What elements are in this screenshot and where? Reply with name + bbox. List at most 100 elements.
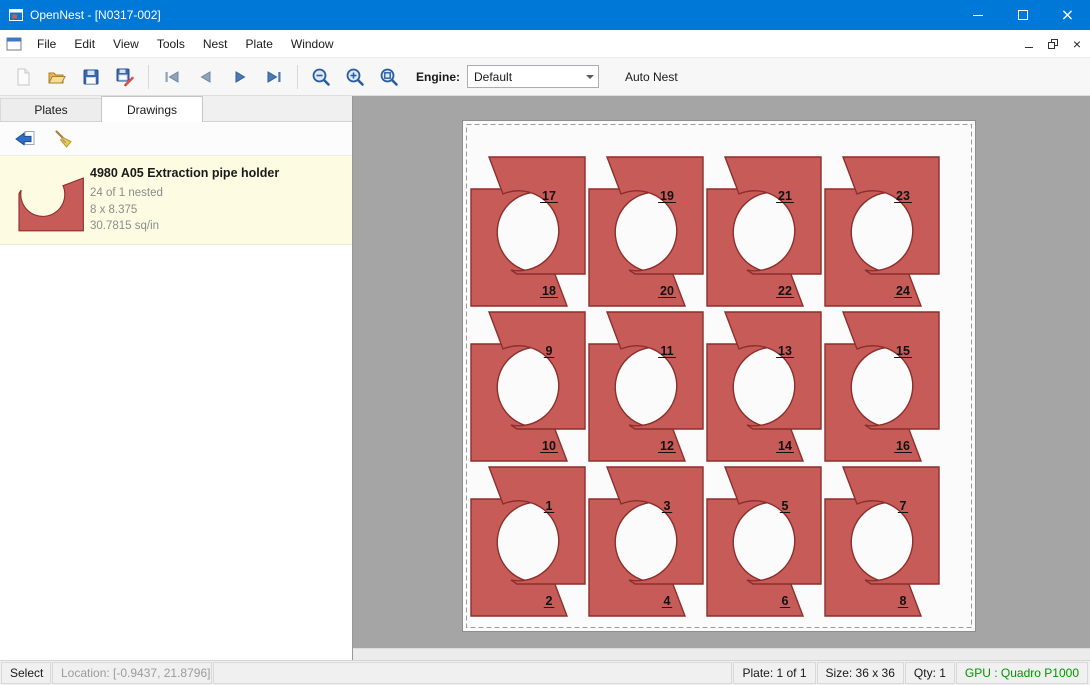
maximize-button[interactable]: [1000, 0, 1045, 30]
document-icon[interactable]: [6, 37, 22, 51]
mdi-minimize-button[interactable]: [1018, 33, 1040, 55]
status-qty: Qty: 1: [905, 662, 955, 684]
part-number: 14: [778, 439, 792, 453]
part-thumbnail: [6, 165, 90, 235]
part-title: 4980 A05 Extraction pipe holder: [90, 166, 344, 180]
part-number: 21: [778, 189, 792, 203]
last-plate-button[interactable]: [257, 61, 291, 93]
menu-bar: File Edit View Tools Nest Plate Window ×: [0, 30, 1090, 58]
status-gpu: GPU : Quadro P1000: [956, 662, 1088, 684]
status-bar: Select Location: [-0.9437, 21.8796] Plat…: [0, 660, 1090, 685]
menu-edit[interactable]: Edit: [65, 33, 104, 55]
engine-value: Default: [468, 70, 581, 84]
menu-plate[interactable]: Plate: [237, 33, 282, 55]
part-number: 12: [660, 439, 674, 453]
menu-view[interactable]: View: [104, 33, 148, 55]
main-toolbar: Engine: Default Auto Nest: [0, 58, 1090, 96]
nested-pair[interactable]: 56: [707, 467, 821, 616]
part-nested-count: 24 of 1 nested: [90, 185, 344, 202]
part-number: 9: [546, 344, 553, 358]
status-mode: Select: [1, 662, 51, 684]
nest-canvas[interactable]: 171819202122232491011121314151612345678: [353, 96, 1090, 648]
part-number: 10: [542, 439, 556, 453]
nested-pair[interactable]: 13 14: [707, 312, 821, 461]
menu-nest[interactable]: Nest: [194, 33, 237, 55]
part-number: 17: [542, 189, 556, 203]
status-spacer: [213, 662, 732, 684]
nested-pair[interactable]: 21 22: [707, 157, 821, 306]
part-number: 7: [900, 499, 907, 513]
status-location: Location: [-0.9437, 21.8796]: [52, 662, 212, 684]
part-number: 23: [896, 189, 910, 203]
nested-pair[interactable]: 12: [471, 467, 585, 616]
nest-view: 171819202122232491011121314151612345678: [353, 96, 1090, 660]
first-plate-icon: [162, 67, 182, 87]
part-number: 20: [660, 284, 674, 298]
part-number: 18: [542, 284, 556, 298]
send-to-plates-button[interactable]: [10, 125, 40, 153]
status-plate: Plate: 1 of 1: [733, 662, 815, 684]
next-plate-button[interactable]: [223, 61, 257, 93]
chevron-down-icon: [581, 66, 598, 87]
zoom-out-button[interactable]: [304, 61, 338, 93]
close-button[interactable]: ×: [1045, 0, 1090, 30]
save-button[interactable]: [74, 61, 108, 93]
part-number: 8: [900, 594, 907, 608]
engine-label: Engine:: [416, 70, 460, 84]
last-plate-icon: [264, 67, 284, 87]
menu-tools[interactable]: Tools: [148, 33, 194, 55]
menu-file[interactable]: File: [28, 33, 65, 55]
previous-plate-button[interactable]: [189, 61, 223, 93]
auto-nest-button[interactable]: Auto Nest: [617, 66, 686, 88]
part-number: 5: [782, 499, 789, 513]
part-list-item[interactable]: 4980 A05 Extraction pipe holder 24 of 1 …: [0, 156, 352, 245]
zoom-out-icon: [311, 67, 331, 87]
part-number: 22: [778, 284, 792, 298]
nested-pair[interactable]: 34: [589, 467, 703, 616]
part-list: 4980 A05 Extraction pipe holder 24 of 1 …: [0, 156, 352, 245]
open-folder-icon: [47, 67, 67, 87]
title-bar: OpenNest - [N0317-002] ×: [0, 0, 1090, 30]
nested-pair[interactable]: 1718: [471, 157, 585, 306]
part-number: 6: [782, 594, 789, 608]
new-file-icon: [13, 67, 33, 87]
part-number: 13: [778, 344, 792, 358]
first-plate-button[interactable]: [155, 61, 189, 93]
part-area: 30.7815 sq/in: [90, 218, 344, 235]
save-icon: [81, 67, 101, 87]
window-title: OpenNest - [N0317-002]: [30, 8, 161, 22]
part-size: 8 x 8.375: [90, 202, 344, 219]
clear-parts-button[interactable]: [48, 125, 78, 153]
nested-pair[interactable]: 2324: [825, 157, 939, 306]
tab-drawings[interactable]: Drawings: [101, 96, 203, 122]
zoom-extents-button[interactable]: [372, 61, 406, 93]
minimize-button[interactable]: [955, 0, 1000, 30]
menu-window[interactable]: Window: [282, 33, 343, 55]
application-window: OpenNest - [N0317-002] × File Edit View …: [0, 0, 1090, 685]
tab-plates[interactable]: Plates: [0, 98, 102, 121]
plate[interactable]: 171819202122232491011121314151612345678: [462, 120, 976, 632]
nested-pair[interactable]: 78: [825, 467, 939, 616]
status-size: Size: 36 x 36: [817, 662, 904, 684]
zoom-in-button[interactable]: [338, 61, 372, 93]
nested-pair[interactable]: 1112: [589, 312, 703, 461]
part-number: 16: [896, 439, 910, 453]
mdi-close-button[interactable]: ×: [1066, 33, 1088, 55]
horizontal-scrollbar[interactable]: [353, 648, 1090, 660]
nested-pair[interactable]: 1516: [825, 312, 939, 461]
previous-plate-icon: [196, 67, 216, 87]
engine-select[interactable]: Default: [467, 65, 599, 88]
part-number: 1: [546, 499, 553, 513]
nested-pair[interactable]: 9 10: [471, 312, 585, 461]
zoom-in-icon: [345, 67, 365, 87]
broom-icon: [53, 129, 73, 149]
nested-pair[interactable]: 1920: [589, 157, 703, 306]
new-button[interactable]: [6, 61, 40, 93]
open-button[interactable]: [40, 61, 74, 93]
mdi-restore-button[interactable]: [1042, 33, 1064, 55]
drawings-toolbar: [0, 122, 352, 156]
save-as-button[interactable]: [108, 61, 142, 93]
part-number: 19: [660, 189, 674, 203]
part-number: 3: [664, 499, 671, 513]
parts-panel: Plates Drawings: [0, 96, 353, 660]
